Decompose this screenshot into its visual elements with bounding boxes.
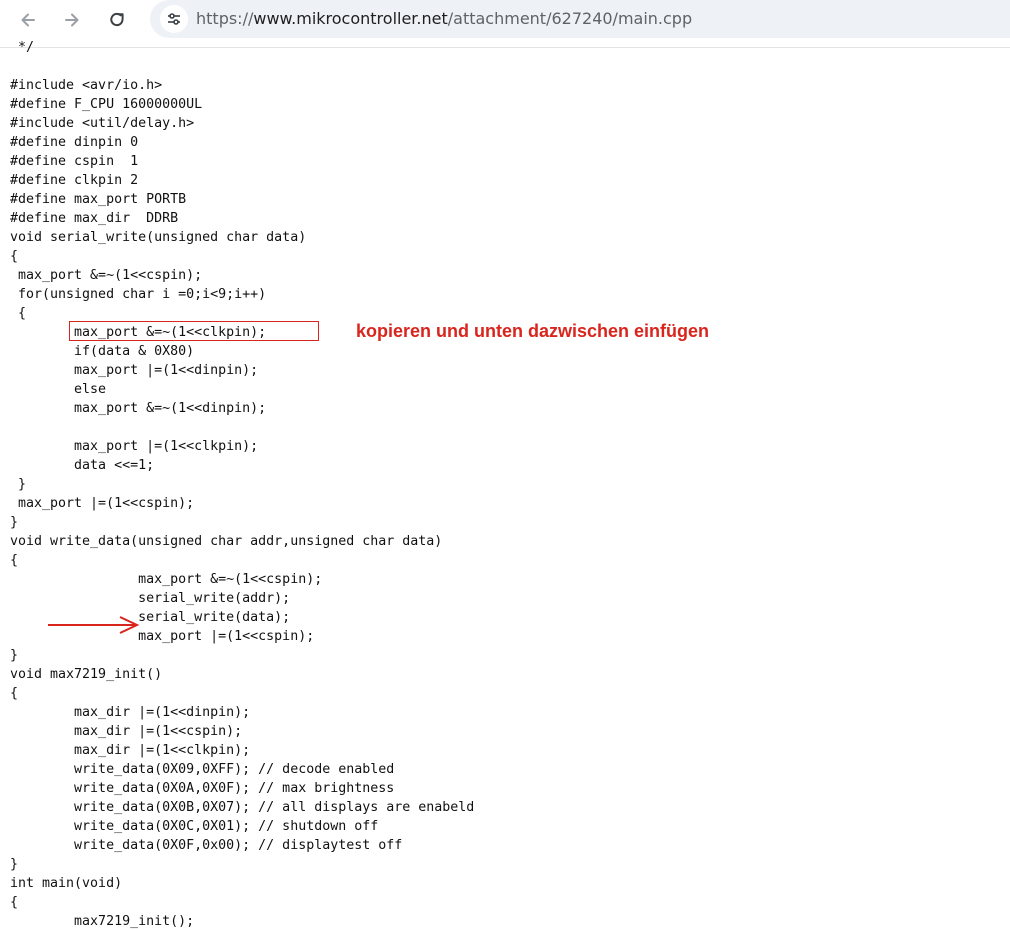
- code-line: write_data(0X0C,0X01); // shutdown off: [10, 819, 379, 834]
- code-line: write_data(0X0B,0X07); // all displays a…: [10, 800, 475, 815]
- code-line: max_dir |=(1<<clkpin);: [10, 743, 251, 758]
- code-line: */: [10, 40, 35, 55]
- code-line: void write_data(unsigned char addr,unsig…: [10, 534, 443, 549]
- source-code: */ #include <avr/io.h> #define F_CPU 16000…: [10, 38, 474, 931]
- code-line: {: [10, 686, 19, 701]
- code-line: if(data & 0X80): [10, 344, 195, 359]
- code-line: #define clkpin 2: [10, 173, 139, 188]
- tune-icon: [168, 13, 180, 25]
- code-line: max_port &=~(1<<cspin);: [10, 572, 323, 587]
- code-line: max_port &=~(1<<dinpin);: [10, 401, 267, 416]
- code-line: }: [10, 515, 19, 530]
- arrow-left-icon: [21, 13, 35, 27]
- code-line: }: [10, 648, 19, 663]
- code-line: #include <avr/io.h>: [10, 78, 163, 93]
- code-line: else: [10, 382, 107, 397]
- arrow-right-icon: [65, 13, 79, 27]
- code-line: for(unsigned char i =0;i<9;i++): [10, 287, 267, 302]
- url-path: /attachment/627240/main.cpp: [447, 9, 693, 28]
- code-line: #define cspin 1: [10, 154, 139, 169]
- code-line: max_dir |=(1<<cspin);: [10, 724, 243, 739]
- back-button[interactable]: [14, 6, 42, 34]
- code-line: }: [10, 477, 27, 492]
- code-line: #define max_dir DDRB: [10, 211, 179, 226]
- code-line: data <<=1;: [10, 458, 155, 473]
- code-line: max_port |=(1<<dinpin);: [10, 363, 259, 378]
- annotation-text: kopieren und unten dazwischen einfügen: [356, 321, 710, 341]
- code-line: max_port &=~(1<<cspin);: [10, 268, 203, 283]
- code-line: max7219_init();: [10, 914, 195, 929]
- reload-button[interactable]: [103, 6, 131, 34]
- code-line: void max7219_init(): [10, 667, 163, 682]
- code-line: max_dir |=(1<<dinpin);: [10, 705, 251, 720]
- code-line: {: [10, 895, 19, 910]
- code-line: write_data(0X0A,0X0F); // max brightness: [10, 781, 395, 796]
- code-line: write_data(0X0F,0x00); // displaytest of…: [10, 838, 403, 853]
- code-line: #define max_port PORTB: [10, 192, 187, 207]
- code-line: max_port |=(1<<cspin);: [10, 496, 195, 511]
- code-line: #include <util/delay.h>: [10, 116, 195, 131]
- code-line: {: [10, 249, 19, 264]
- code-line: void serial_write(unsigned char data): [10, 230, 307, 245]
- code-line: serial_write(addr);: [10, 591, 291, 606]
- url-host: www.mikrocontroller.net: [253, 9, 448, 28]
- code-line: #define F_CPU 16000000UL: [10, 97, 203, 112]
- code-line: #define dinpin 0: [10, 135, 139, 150]
- code-line: {: [10, 553, 19, 568]
- code-line: int main(void): [10, 876, 123, 891]
- address-bar[interactable]: https://www.mikrocontroller.net/attachme…: [150, 0, 1010, 38]
- reload-icon: [110, 12, 124, 27]
- url-text[interactable]: https://www.mikrocontroller.net/attachme…: [196, 9, 692, 28]
- browser-toolbar: https://www.mikrocontroller.net/attachme…: [0, 0, 1010, 48]
- code-line: }: [10, 857, 19, 872]
- site-info-button[interactable]: [160, 5, 188, 33]
- code-line: write_data(0X09,0XFF); // decode enabled: [10, 762, 395, 777]
- code-line: max_port |=(1<<clkpin);: [10, 439, 259, 454]
- forward-button[interactable]: [58, 6, 86, 34]
- url-scheme: https://: [196, 9, 254, 28]
- highlight-box: [69, 321, 319, 341]
- arrow-right-annotation-icon: [48, 616, 140, 634]
